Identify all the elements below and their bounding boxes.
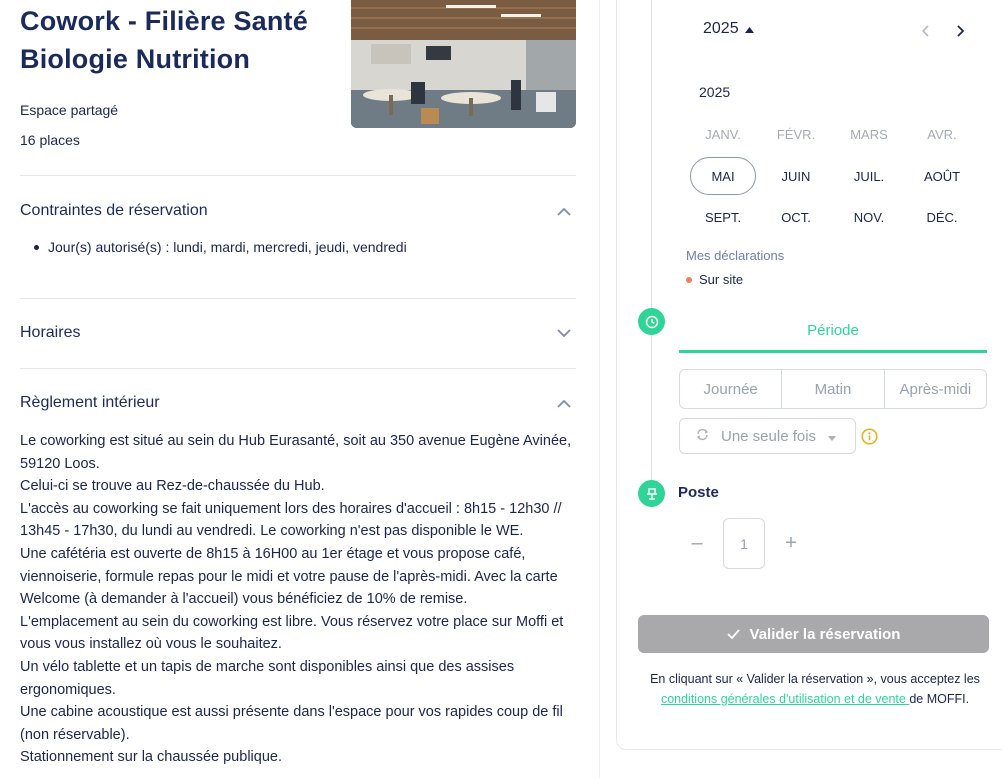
page-title: Cowork - Filière Santé Biologie Nutritio… [20, 6, 308, 74]
hours-header[interactable]: Horaires [20, 321, 576, 345]
year-selector[interactable]: 2025 [703, 20, 754, 38]
next-month-button[interactable] [950, 20, 972, 42]
divider [20, 175, 576, 176]
legal-notice: En cliquant sur « Valider la réservation… [645, 670, 985, 709]
rules-title: Règlement intérieur [20, 394, 160, 411]
check-icon [726, 626, 740, 643]
constraints-header[interactable]: Contraintes de réservation [20, 199, 576, 223]
constraint-text: Jour(s) autorisé(s) : lundi, mardi, merc… [48, 239, 407, 255]
validate-label: Valider la réservation [749, 625, 901, 643]
month-mar: MARS [850, 126, 888, 142]
month-jun[interactable]: JUIN [763, 157, 829, 195]
constraints-title: Contraintes de réservation [20, 202, 208, 219]
recurrence-select[interactable]: Une seule fois [679, 418, 856, 454]
space-photo [351, 0, 576, 128]
rules-paragraph: Celui-ci se trouve au Rez-de-chaussée du… [20, 478, 325, 495]
quantity-input[interactable]: 1 [723, 518, 765, 569]
constraint-item: Jour(s) autorisé(s) : lundi, mardi, merc… [34, 239, 407, 255]
chevron-up-icon [552, 199, 576, 223]
validate-reservation-button[interactable]: Valider la réservation [638, 615, 989, 653]
month-oct[interactable]: OCT. [763, 198, 829, 236]
rules-paragraph: Un vélo tablette et un tapis de marche s… [20, 658, 515, 698]
declarations-label: Mes déclarations [686, 248, 785, 263]
legend-item: Sur site [686, 272, 743, 287]
space-type: Espace partagé [20, 102, 119, 118]
year-selector-value: 2025 [703, 20, 739, 37]
month-aug[interactable]: AOÛT [909, 157, 975, 195]
decrement-button[interactable]: – [687, 532, 707, 554]
recurrence-value: Une seule fois [721, 427, 817, 445]
terms-link[interactable]: conditions générales d'utilisation et de… [661, 692, 909, 706]
desk-chair-icon [638, 480, 665, 507]
divider [20, 298, 576, 299]
increment-button[interactable]: + [781, 532, 801, 554]
rules-paragraph: Une cabine acoustique est aussi présente… [20, 704, 563, 743]
step-timeline [651, 0, 652, 490]
period-option-afternoon[interactable]: Après-midi [885, 370, 986, 408]
desk-label: Poste [678, 484, 719, 501]
month-jul[interactable]: JUIL. [836, 157, 902, 195]
period-option-day[interactable]: Journée [680, 370, 783, 408]
bullet-icon [34, 244, 39, 250]
info-icon[interactable] [861, 428, 878, 445]
legal-suffix: de MOFFI. [909, 691, 970, 706]
rules-header[interactable]: Règlement intérieur [20, 391, 576, 415]
rules-paragraph: Stationnement sur la chaussée publique. [20, 749, 282, 766]
year-label: 2025 [699, 84, 731, 100]
legal-prefix: En cliquant sur « Valider la réservation… [650, 672, 980, 686]
caret-up-icon [744, 20, 754, 38]
hours-title: Horaires [20, 324, 81, 341]
legend-dot [686, 276, 692, 283]
column-divider [599, 0, 600, 778]
month-may[interactable]: MAI [690, 157, 756, 195]
rules-paragraph: L'emplacement au sein du coworking est l… [20, 613, 564, 653]
month-apr: AVR. [927, 126, 957, 142]
space-capacity: 16 places [20, 132, 80, 148]
month-jan: JANV. [705, 126, 741, 142]
repeat-icon [696, 428, 709, 445]
month-sep[interactable]: SEPT. [690, 198, 756, 236]
rules-paragraph: Le coworking est situé au sein du Hub Eu… [20, 433, 572, 472]
legend-label: Sur site [699, 272, 744, 287]
month-feb: FÉVR. [776, 126, 816, 142]
caret-down-icon [828, 428, 837, 445]
rules-paragraph: L'accès au coworking se fait uniquement … [20, 500, 562, 540]
period-segmented-control: Journée Matin Après-midi [679, 369, 987, 409]
rules-paragraph: Une cafétéria est ouverte de 8h15 à 16H0… [20, 545, 558, 608]
chevron-up-icon [552, 391, 576, 415]
rules-body: Le coworking est situé au sein du Hub Eu… [20, 430, 580, 769]
space-details: Cowork - Filière Santé Biologie Nutritio… [0, 0, 600, 778]
clock-icon [638, 308, 665, 335]
prev-month-button[interactable] [914, 20, 936, 42]
month-dec[interactable]: DÉC. [909, 198, 975, 236]
divider [20, 368, 576, 369]
tab-period[interactable]: Période [679, 320, 987, 353]
period-option-morning[interactable]: Matin [782, 370, 885, 408]
month-nov[interactable]: NOV. [836, 198, 902, 236]
chevron-down-icon [552, 321, 576, 345]
